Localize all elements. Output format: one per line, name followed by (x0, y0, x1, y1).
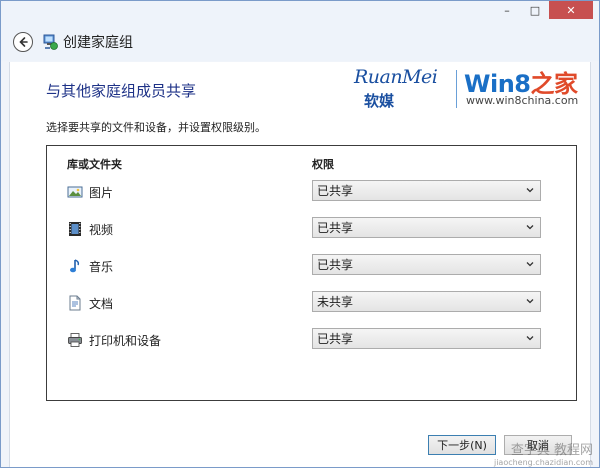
permission-value: 已共享 (317, 258, 354, 272)
page-heading: 与其他家庭组成员共享 (46, 82, 197, 100)
page-instructions: 选择要共享的文件和设备，并设置权限级别。 (46, 121, 266, 134)
chevron-down-icon (526, 188, 534, 193)
logo-divider (456, 70, 457, 108)
chevron-down-icon (526, 299, 534, 304)
permission-select-music[interactable]: 已共享 (312, 254, 541, 275)
watermark-url: jiaocheng.chazidian.com (493, 458, 593, 467)
music-icon (70, 259, 80, 273)
row-label-music: 音乐 (89, 260, 114, 274)
printer-icon (68, 333, 82, 347)
minimize-icon: – (504, 3, 510, 17)
row-label-pictures: 图片 (89, 186, 114, 200)
window-title: 创建家庭组 (63, 35, 133, 51)
arrow-left-icon (19, 37, 28, 47)
documents-icon (69, 295, 81, 311)
title-bar: – □ ✕ 创建家庭组 (1, 1, 599, 61)
minimize-button[interactable]: – (493, 1, 521, 19)
site-watermark: 查字典 教程网 jiaocheng.chazidian.com (473, 439, 593, 467)
permission-select-printers[interactable]: 已共享 (312, 328, 541, 349)
back-button[interactable] (13, 32, 33, 52)
brand-logo: RuanMei 软媒 Win8之家 www.win8china.com (354, 66, 582, 110)
permission-value: 已共享 (317, 221, 354, 235)
watermark-text: 查字典 教程网 (510, 443, 593, 458)
close-icon: ✕ (566, 3, 576, 17)
table-row: 文档 未共享 (47, 291, 576, 315)
row-label-printers: 打印机和设备 (89, 334, 162, 348)
permission-select-pictures[interactable]: 已共享 (312, 180, 541, 201)
column-header-permission: 权限 (312, 158, 334, 171)
sharing-table: 库或文件夹 权限 图片 已共享 视频 已共享 音乐 已共享 文档 未共享 打印机… (46, 145, 577, 401)
permission-value: 已共享 (317, 184, 354, 198)
wizard-content: 与其他家庭组成员共享 RuanMei 软媒 Win8之家 www.win8chi… (9, 62, 591, 467)
row-label-documents: 文档 (89, 297, 114, 311)
maximize-button[interactable]: □ (521, 1, 549, 19)
ruanmei-logo-text: RuanMei (354, 66, 438, 88)
chevron-down-icon (526, 262, 534, 267)
row-label-videos: 视频 (89, 223, 114, 237)
maximize-icon: □ (529, 3, 541, 17)
close-button[interactable]: ✕ (549, 1, 593, 19)
permission-value: 未共享 (317, 295, 354, 309)
table-row: 图片 已共享 (47, 180, 576, 204)
homegroup-icon (43, 34, 58, 50)
column-header-library: 库或文件夹 (67, 158, 122, 171)
window-controls: – □ ✕ (493, 1, 593, 21)
win8china-url: www.win8china.com (466, 94, 579, 107)
permission-select-videos[interactable]: 已共享 (312, 217, 541, 238)
chevron-down-icon (526, 336, 534, 341)
homegroup-wizard-window: – □ ✕ 创建家庭组 与其他家庭组成员共享 RuanMei 软媒 Win8之家… (0, 0, 600, 468)
permission-select-documents[interactable]: 未共享 (312, 291, 541, 312)
table-row: 音乐 已共享 (47, 254, 576, 278)
pictures-icon (67, 186, 83, 198)
videos-icon (69, 222, 81, 236)
chevron-down-icon (526, 225, 534, 230)
table-row: 打印机和设备 已共享 (47, 328, 576, 352)
table-row: 视频 已共享 (47, 217, 576, 241)
permission-value: 已共享 (317, 332, 354, 346)
ruanmei-logo-cn: 软媒 (364, 92, 395, 110)
